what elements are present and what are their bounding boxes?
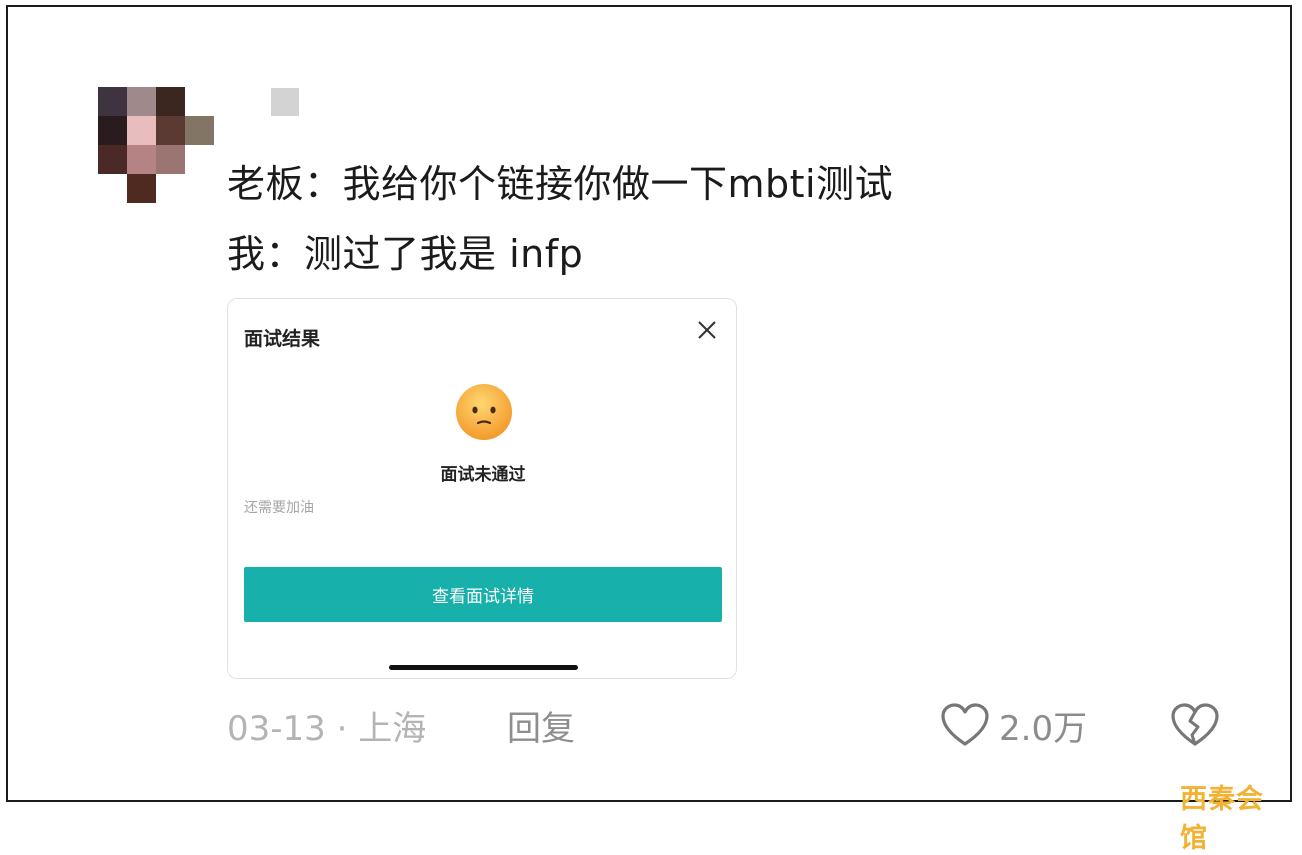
hint-text: 还需要加油	[244, 500, 314, 516]
comment-text-line-2: 我：测过了我是 infp	[227, 232, 584, 276]
avatar[interactable]	[98, 87, 214, 203]
reply-button[interactable]: 回复	[507, 701, 575, 750]
interview-result-card: 面试结果 面试未通过 还需要加油 查看面试详情	[227, 298, 737, 679]
watermark-logo: 西秦会馆	[1180, 784, 1264, 854]
date-location: 03-13 · 上海	[227, 709, 427, 749]
view-details-button[interactable]: 查看面试详情	[244, 567, 722, 622]
result-text: 面试未通过	[440, 465, 526, 485]
comment-screenshot-frame: 老板：我给你个链接你做一下mbti测试 我：测过了我是 infp 面试结果 面试…	[6, 5, 1292, 854]
close-icon[interactable]	[694, 317, 720, 343]
sad-face-icon	[456, 384, 512, 440]
card-title: 面试结果	[244, 328, 321, 350]
broken-heart-icon[interactable]	[1170, 702, 1220, 748]
username-blurred	[271, 88, 299, 116]
like-count: 2.0万	[999, 709, 1088, 749]
comment-text-line-1: 老板：我给你个链接你做一下mbti测试	[227, 162, 894, 206]
heart-icon[interactable]	[940, 702, 990, 748]
home-indicator-bar	[389, 665, 578, 670]
